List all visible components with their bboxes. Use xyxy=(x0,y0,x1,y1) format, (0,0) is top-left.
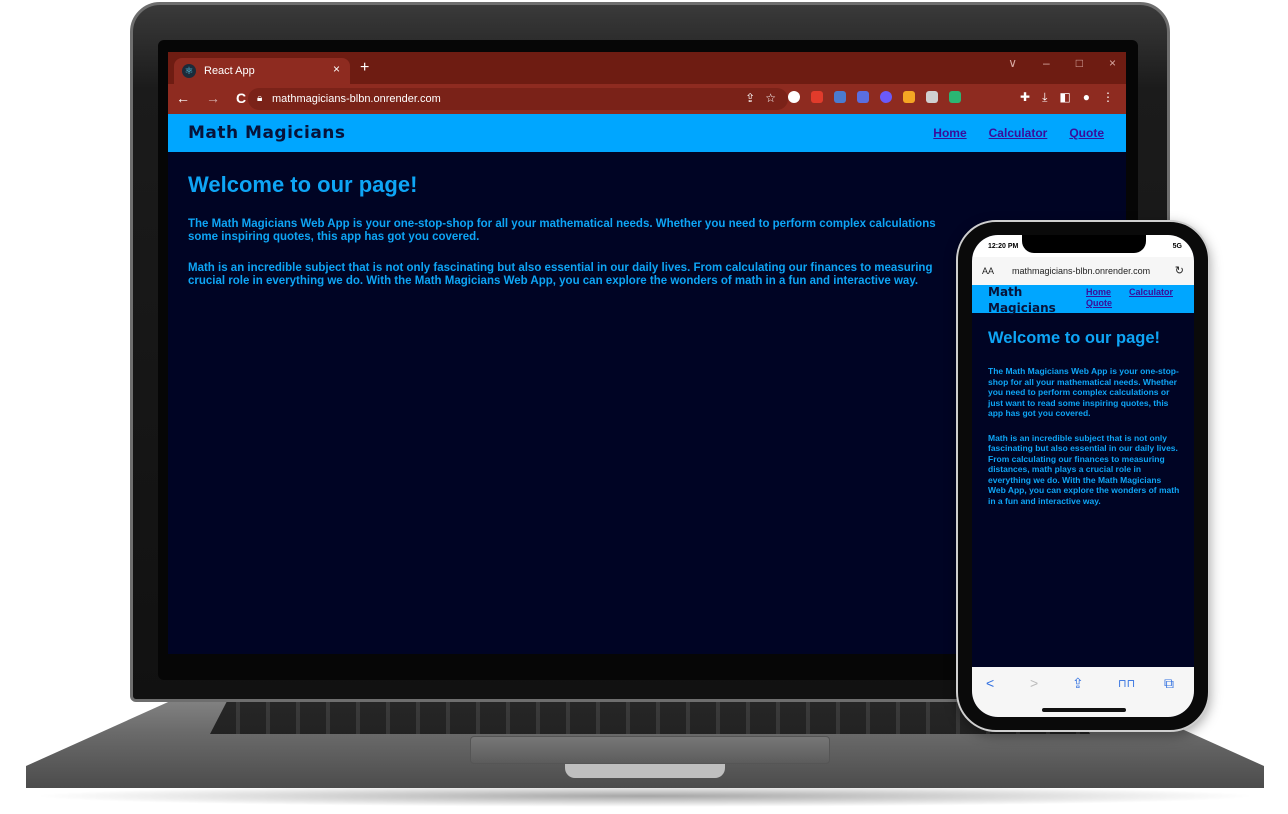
maximize-button[interactable]: □ xyxy=(1076,56,1083,70)
extension-icon[interactable] xyxy=(834,91,846,103)
phone-address-url: mathmagicians-blbn.onrender.com xyxy=(1012,266,1151,276)
browser-tab-bar: ⚛ React App × + ∨ – □ × xyxy=(168,52,1126,84)
browser-toolbar: ← → C 🔒︎ mathmagicians-blbn.onrender.com… xyxy=(168,84,1126,114)
nav-link-calculator[interactable]: Calculator xyxy=(989,126,1048,140)
phone-site-navbar: Math Magicians Home Quote Calculator xyxy=(972,285,1194,315)
extension-icon[interactable] xyxy=(857,91,869,103)
browser-tab[interactable]: ⚛ React App × xyxy=(174,58,350,84)
phone-bookmarks-icon[interactable]: ⊓⊓ xyxy=(1118,677,1135,690)
address-bar[interactable]: 🔒︎ mathmagicians-blbn.onrender.com ⇪ ☆ xyxy=(248,88,788,110)
mockup-stage: ⚛ React App × + ∨ – □ × ← → C 🔒︎ mathmag… xyxy=(0,0,1288,814)
phone-status-bar: 12:20 PM 5G xyxy=(972,235,1194,257)
extension-icon[interactable] xyxy=(949,91,961,103)
phone-share-icon[interactable]: ⇪ xyxy=(1072,675,1084,692)
phone-address-bar[interactable]: AA mathmagicians-blbn.onrender.com ↻ xyxy=(972,257,1194,285)
extension-icon[interactable] xyxy=(903,91,915,103)
share-icon[interactable]: ⇪ xyxy=(745,91,755,105)
back-arrow-icon[interactable]: ← xyxy=(176,90,190,106)
phone-nav-link-calculator[interactable]: Calculator xyxy=(1129,287,1173,297)
extension-icon[interactable] xyxy=(788,91,800,103)
profile-avatar[interactable]: ● xyxy=(1083,90,1090,105)
phone-notch xyxy=(1022,235,1146,253)
sidebar-icon[interactable]: ◧ xyxy=(1059,90,1070,105)
laptop-shadow xyxy=(30,785,1260,807)
phone-page-title: Welcome to our page! xyxy=(988,329,1161,347)
forward-arrow-icon[interactable]: → xyxy=(206,90,220,106)
site-nav-links: Home Calculator Quote xyxy=(933,126,1104,140)
minimize-button[interactable]: – xyxy=(1043,56,1050,70)
lock-icon: 🔒︎ xyxy=(257,93,263,104)
window-controls: ∨ – □ × xyxy=(1008,56,1116,70)
phone-time: 12:20 PM xyxy=(988,243,1019,250)
phone-forward-icon[interactable]: > xyxy=(1030,675,1038,691)
laptop-front-notch xyxy=(565,764,725,778)
reload-icon[interactable]: ↻ xyxy=(1175,264,1184,277)
bookmark-star-icon[interactable]: ☆ xyxy=(765,91,776,105)
nav-link-quote[interactable]: Quote xyxy=(1069,126,1104,140)
close-window-button[interactable]: × xyxy=(1109,56,1116,70)
phone-home-indicator xyxy=(1042,708,1126,712)
kebab-menu-icon[interactable]: ⋮ xyxy=(1102,90,1114,105)
site-navbar: Math Magicians Home Calculator Quote xyxy=(168,114,1126,152)
phone-screen: 12:20 PM 5G AA mathmagicians-blbn.onrend… xyxy=(972,235,1194,717)
browser-menu-icons: ✚ ⤓ ◧ ● ⋮ xyxy=(1020,90,1114,105)
phone-site-brand: Math Magicians xyxy=(988,285,1056,315)
site-brand: Math Magicians xyxy=(188,123,346,143)
laptop-trackpad xyxy=(470,736,830,764)
page-title: Welcome to our page! xyxy=(188,172,418,197)
phone-back-icon[interactable]: < xyxy=(986,675,994,691)
phone-math-paragraph: Math is an incredible subject that is no… xyxy=(988,432,1180,506)
phone-nav-link-home[interactable]: Home xyxy=(1086,287,1111,297)
tab-search-icon[interactable]: ∨ xyxy=(1008,56,1017,70)
phone-safari-toolbar: < > ⇪ ⊓⊓ ⧉ xyxy=(972,667,1194,717)
extensions-row xyxy=(788,91,961,103)
phone-site-content: Welcome to our page! The Math Magicians … xyxy=(988,329,1180,520)
new-tab-button[interactable]: + xyxy=(360,59,369,77)
extension-icon[interactable] xyxy=(880,91,892,103)
extension-icon[interactable] xyxy=(811,91,823,103)
browser-nav-buttons: ← → C xyxy=(176,90,246,106)
phone-tabs-icon[interactable]: ⧉ xyxy=(1164,675,1174,692)
nav-link-home[interactable]: Home xyxy=(933,126,966,140)
puzzle-icon[interactable]: ✚ xyxy=(1020,90,1030,105)
download-icon[interactable]: ⤓ xyxy=(1042,90,1047,105)
react-icon: ⚛ xyxy=(182,64,196,78)
reload-icon[interactable]: C xyxy=(236,90,246,106)
phone-intro-paragraph: The Math Magicians Web App is your one-s… xyxy=(988,366,1179,418)
address-url: mathmagicians-blbn.onrender.com xyxy=(272,93,441,105)
phone-nav-link-quote[interactable]: Quote xyxy=(1086,298,1112,308)
extension-icon[interactable] xyxy=(926,91,938,103)
text-size-button[interactable]: AA xyxy=(982,266,994,276)
close-tab-icon[interactable]: × xyxy=(333,62,340,76)
tab-title: React App xyxy=(204,65,255,77)
phone-signal: 5G xyxy=(1172,243,1182,250)
